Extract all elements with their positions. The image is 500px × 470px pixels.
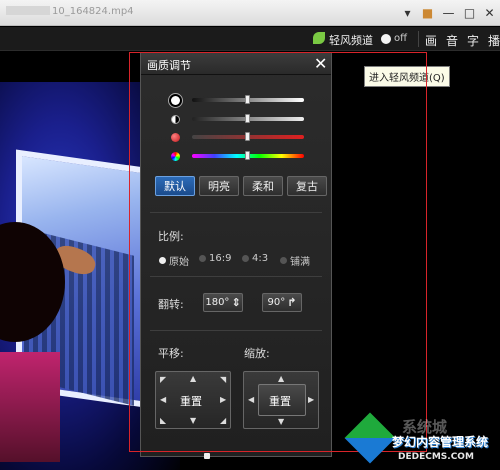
arrow-down-left-icon[interactable]: ◣ [160, 417, 166, 425]
zoom-in-horizontal-icon[interactable]: ▶ [308, 396, 314, 404]
watermark-name: 梦幻内容管理系统 [392, 435, 489, 449]
preset-bright-button[interactable]: 明亮 [199, 176, 239, 196]
brightness-icon [171, 96, 180, 105]
cursor-icon [204, 453, 210, 459]
tool-play[interactable]: 播 [488, 32, 500, 49]
section-divider [150, 330, 322, 331]
radio-label: 铺满 [290, 257, 310, 268]
preset-default-button[interactable]: 默认 [155, 176, 195, 196]
arrow-down-right-icon[interactable]: ◢ [220, 417, 226, 425]
skin-icon[interactable]: ■ [419, 4, 436, 21]
pan-reset-button[interactable]: 重置 [180, 393, 202, 409]
arrow-down-icon[interactable]: ▼ [190, 417, 196, 425]
radio-dot [280, 257, 287, 264]
hue-thumb[interactable] [245, 151, 250, 160]
toolbar-divider [418, 31, 419, 47]
pan-pad: ◤ ▲ ◥ ◀ 重置 ▶ ◣ ▼ ◢ [155, 371, 231, 429]
tool-subtitle[interactable]: 字 [467, 32, 479, 49]
contrast-thumb[interactable] [245, 114, 250, 123]
arrow-left-icon[interactable]: ◀ [160, 396, 166, 404]
flip-90-label: 90° [267, 297, 286, 308]
saturation-icon [171, 133, 180, 142]
arrow-right-icon[interactable]: ▶ [220, 396, 226, 404]
radio-dot [159, 257, 166, 264]
zoom-reset-button[interactable]: 重置 [269, 393, 291, 409]
preset-soft-button[interactable]: 柔和 [243, 176, 283, 196]
arrow-up-icon[interactable]: ▲ [190, 375, 196, 383]
close-window-button[interactable]: ✕ [481, 4, 498, 21]
section-divider [150, 276, 322, 277]
channel-tooltip: 进入轻风频道(Q) [364, 66, 450, 87]
arrow-up-right-icon[interactable]: ◥ [220, 376, 226, 384]
panel-title: 画质调节 [147, 59, 191, 72]
brightness-thumb[interactable] [245, 95, 250, 104]
radio-dot [242, 255, 249, 262]
pan-label: 平移: [158, 347, 184, 360]
zoom-out-horizontal-icon[interactable]: ◀ [248, 396, 254, 404]
channel-toggle[interactable] [381, 34, 391, 44]
ratio-label: 比例: [158, 230, 184, 243]
watermark-url: DEDECMS.COM [398, 452, 474, 462]
zoom-label: 缩放: [244, 347, 270, 360]
maximize-button[interactable]: □ [461, 4, 478, 21]
hue-icon [171, 152, 180, 161]
radio-label: 16:9 [209, 253, 232, 264]
zoom-reset-box: 重置 [258, 384, 306, 416]
channel-button[interactable]: 轻风频道 [329, 32, 373, 48]
chat-icon[interactable]: ▾ [399, 4, 416, 21]
ratio-16-9[interactable]: 16:9 [199, 253, 231, 264]
zoom-pad: ▲ ◀ 重置 ▶ ▼ [243, 371, 319, 429]
saturation-thumb[interactable] [245, 132, 250, 141]
contrast-icon [171, 115, 180, 124]
tool-picture[interactable]: 画 [425, 32, 437, 49]
radio-label: 4:3 [252, 253, 269, 264]
ratio-original[interactable]: 原始 [159, 253, 189, 268]
preset-retro-button[interactable]: 复古 [287, 176, 327, 196]
section-divider [150, 212, 322, 213]
ratio-fill[interactable]: 铺满 [280, 253, 310, 268]
file-title: 10_164824.mp4 [6, 6, 134, 17]
rotate-arrow-icon: ↱ [287, 296, 297, 309]
video-pink-area [0, 352, 60, 462]
zoom-in-vertical-icon[interactable]: ▲ [278, 375, 284, 383]
panel-header: 画质调节 ✕ [141, 53, 331, 75]
toggle-state: off [394, 33, 408, 44]
player-toolbar: 轻风频道 off 画 音 字 播 [0, 27, 500, 51]
flip-90-button[interactable]: 90° ↱ [262, 293, 302, 312]
vertical-flip-icon: ⇕ [231, 296, 241, 309]
flip-180-button[interactable]: 180° ⇕ [203, 293, 243, 312]
flip-label: 翻转: [158, 298, 184, 311]
close-icon[interactable]: ✕ [314, 54, 327, 73]
minimize-button[interactable]: — [440, 4, 457, 21]
radio-label: 原始 [169, 257, 189, 268]
arrow-up-left-icon[interactable]: ◤ [160, 376, 166, 384]
picture-quality-panel: 画质调节 ✕ 默认 明亮 柔和 复古 比例: 原始 16:9 4:3 铺满 翻转… [140, 52, 332, 457]
flip-180-label: 180° [205, 297, 230, 308]
title-bar: 10_164824.mp4 ▾ ■ — □ ✕ [0, 0, 500, 26]
leaf-icon [313, 32, 325, 44]
ratio-4-3[interactable]: 4:3 [242, 253, 268, 264]
tool-audio[interactable]: 音 [446, 32, 458, 49]
radio-dot [199, 255, 206, 262]
zoom-out-vertical-icon[interactable]: ▼ [278, 418, 284, 426]
